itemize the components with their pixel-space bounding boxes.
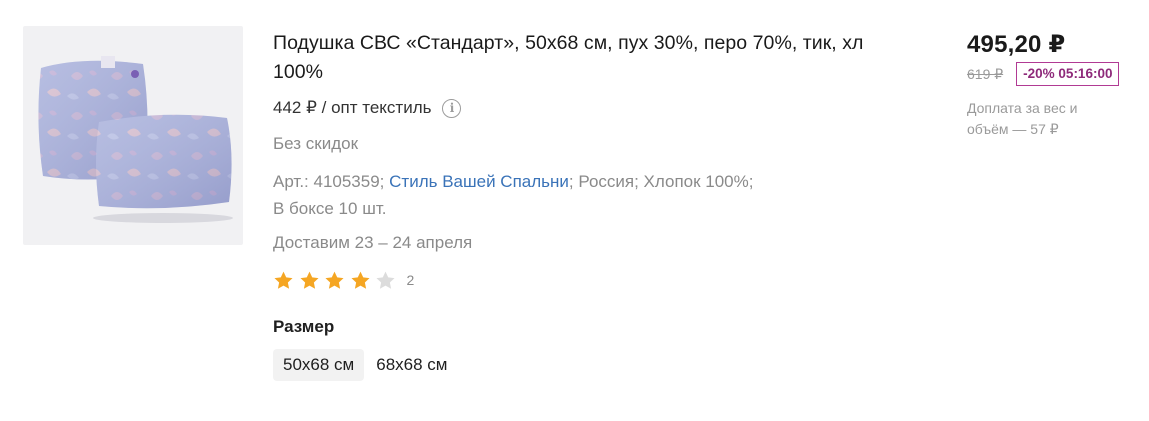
pillow-illustration <box>38 56 233 223</box>
price-details: 619 ₽ -20% 05:16:00 <box>967 62 1147 86</box>
product-info: Подушка СВС «Стандарт», 50x68 см, пух 30… <box>273 29 893 381</box>
article-number: Арт.: 4105359; <box>273 172 385 191</box>
size-options: 50x68 см 68x68 см <box>273 349 893 381</box>
size-label: Размер <box>273 317 335 336</box>
discount-note: Без скидок <box>273 134 358 153</box>
box-quantity: В боксе 10 шт. <box>273 199 387 218</box>
surcharge-note: Доплата за вес и объём — 57 ₽ <box>967 100 1078 137</box>
star-icon <box>273 270 294 291</box>
wholesale-price: 442 ₽ / опт текстиль i <box>273 97 893 119</box>
size-option[interactable]: 68x68 см <box>366 349 457 381</box>
price-block: 495,20 ₽ 619 ₽ -20% 05:16:00 Доплата за … <box>967 30 1147 140</box>
star-icon <box>350 270 371 291</box>
properties-rest: ; Россия; Хлопок 100%; <box>568 172 754 191</box>
product-card: Подушка СВС «Стандарт», 50x68 см, пух 30… <box>0 0 1149 421</box>
delivery-date: Доставим 23 – 24 апреля <box>273 233 473 252</box>
current-price: 495,20 ₽ <box>967 31 1066 58</box>
product-image[interactable] <box>23 26 243 245</box>
brand-link[interactable]: Стиль Вашей Спальни <box>389 172 569 191</box>
rating[interactable]: 2 <box>273 269 893 291</box>
product-title[interactable]: Подушка СВС «Стандарт», 50x68 см, пух 30… <box>273 29 873 87</box>
old-price: 619 ₽ <box>967 65 1004 82</box>
size-option[interactable]: 50x68 см <box>273 349 365 381</box>
star-icon <box>299 270 320 291</box>
discount-badge: -20% 05:16:00 <box>1016 62 1120 86</box>
product-properties: Арт.: 4105359; Стиль Вашей Спальни; Росс… <box>273 168 833 222</box>
star-icon <box>324 270 345 291</box>
wholesale-price-text: 442 ₽ / опт текстиль <box>273 98 432 117</box>
star-icon <box>375 270 396 291</box>
rating-count: 2 <box>406 272 415 288</box>
info-icon[interactable]: i <box>442 98 462 118</box>
